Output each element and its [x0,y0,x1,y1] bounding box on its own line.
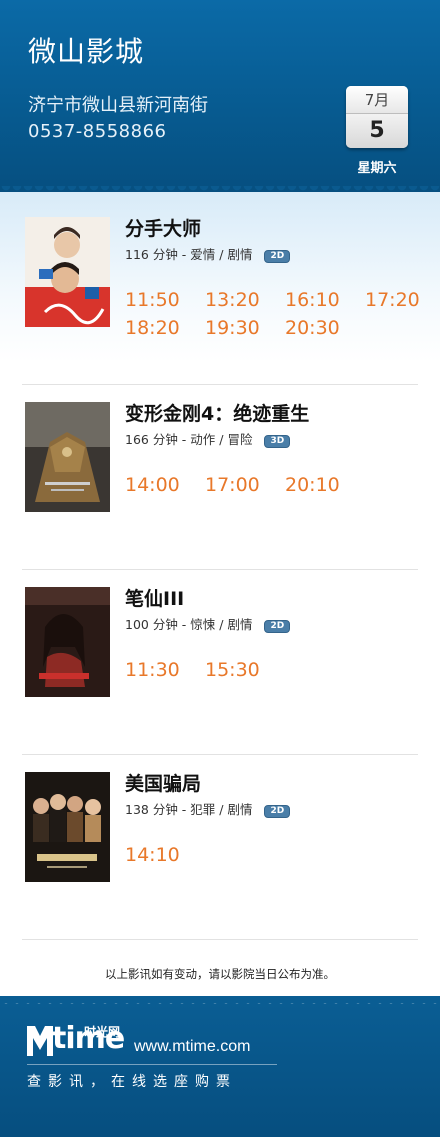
format-2d-badge: 2D [264,805,291,818]
showtime[interactable]: 11:50 [125,289,180,311]
mtime-footer: time 时光网 www.mtime.com 查影讯，在线选座购票 [0,1004,440,1137]
movie-duration-genre: 138 分钟 - 犯罪 / 剧情 [125,802,253,817]
movie-item[interactable]: 分手大师 116 分钟 - 爱情 / 剧情 2D 11:50 13:20 16:1… [22,200,420,385]
format-2d-badge: 2D [264,250,291,263]
movie-item[interactable]: 笔仙III 100 分钟 - 惊悚 / 剧情 2D 11:30 15:30 [22,570,418,755]
movie-poster[interactable] [25,217,110,327]
calendar-day: 5 [346,114,408,148]
movie-duration-genre: 100 分钟 - 惊悚 / 剧情 [125,617,253,632]
showtime[interactable]: 15:30 [205,659,260,681]
movie-title[interactable]: 变形金刚4：绝迹重生 [125,399,309,426]
weekday-label: 星期六 [357,161,397,176]
movie-meta: 116 分钟 - 爱情 / 剧情 2D [125,244,291,263]
showtime[interactable]: 16:10 [285,289,340,311]
showtime[interactable]: 20:30 [285,317,340,339]
showtime[interactable]: 17:00 [205,474,260,496]
movie-title[interactable]: 笔仙III [125,584,184,611]
movie-title[interactable]: 分手大师 [125,214,201,241]
movie-meta: 166 分钟 - 动作 / 冒险 3D [125,429,291,448]
showtime[interactable]: 13:20 [205,289,260,311]
cinema-address: 济宁市微山县新河南街 [28,95,208,116]
movie-meta: 138 分钟 - 犯罪 / 剧情 2D [125,799,291,818]
mtime-m-logo-icon[interactable] [27,1024,53,1056]
movie-duration-genre: 116 分钟 - 爱情 / 剧情 [125,247,253,262]
movie-item[interactable]: 美国骗局 138 分钟 - 犯罪 / 剧情 2D 14:10 [22,755,418,940]
showtime[interactable]: 19:30 [205,317,260,339]
calendar-month: 7月 [346,86,408,114]
format-3d-badge: 3D [264,435,291,448]
showtime[interactable]: 14:10 [125,844,180,866]
movie-duration-genre: 166 分钟 - 动作 / 冒险 [125,432,253,447]
movie-meta: 100 分钟 - 惊悚 / 剧情 2D [125,614,291,633]
date-calendar-icon: 7月 5 [346,86,408,148]
showtime[interactable]: 14:00 [125,474,180,496]
schedule-notice: 以上影讯如有变动，请以影院当日公布为准。 [105,967,335,981]
showtime[interactable]: 17:20 [365,289,420,311]
mtime-logo-chinese: 时光网 [84,1025,121,1039]
format-2d-badge: 2D [264,620,291,633]
movie-poster[interactable] [25,587,110,697]
site-url-link[interactable]: www.mtime.com [134,1038,250,1056]
cinema-phone[interactable]: 0537-8558866 [28,121,166,142]
showtime[interactable]: 18:20 [125,317,180,339]
movie-title[interactable]: 美国骗局 [125,769,201,796]
movie-poster[interactable] [25,402,110,512]
cinema-name: 微山影城 [28,35,145,68]
footer-slogan: 查影讯，在线选座购票 [27,1074,237,1090]
movie-poster[interactable] [25,772,110,882]
showtime[interactable]: 11:30 [125,659,180,681]
footer-divider [27,1064,277,1065]
showtime[interactable]: 20:10 [285,474,340,496]
movie-item[interactable]: 变形金刚4：绝迹重生 166 分钟 - 动作 / 冒险 3D 14:00 17:0… [22,385,418,570]
cinema-header: 微山影城 济宁市微山县新河南街 0537-8558866 7月 5 星期六 [0,0,440,192]
